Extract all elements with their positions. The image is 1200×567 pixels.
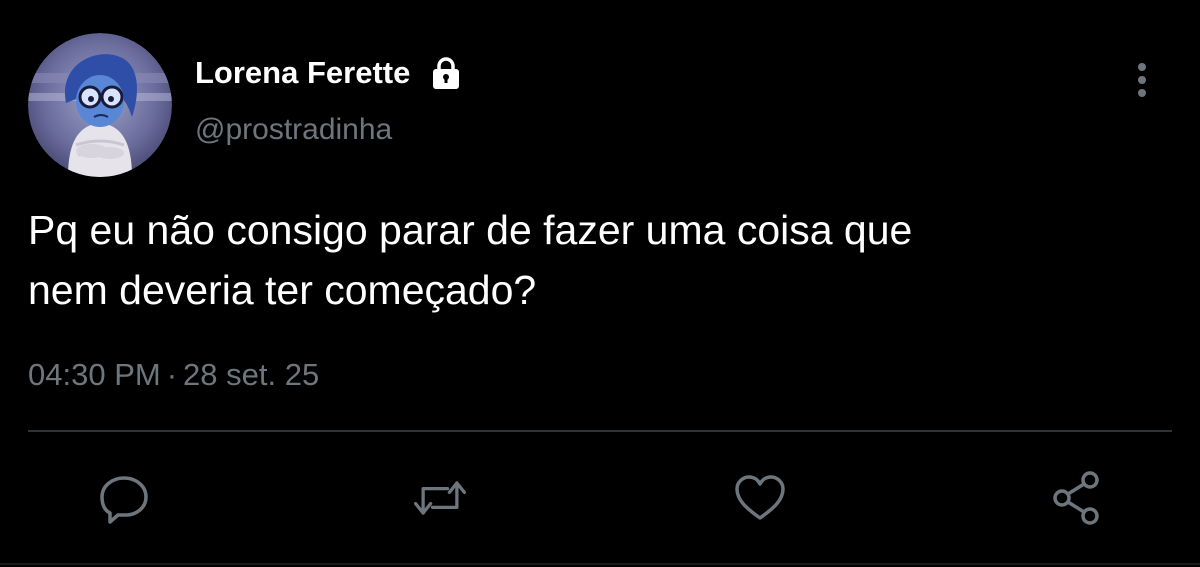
- lock-icon: [428, 55, 464, 91]
- tweet-text-line-1: Pq eu não consigo parar de fazer uma coi…: [28, 207, 913, 253]
- tweet-text: Pq eu não consigo parar de fazer uma coi…: [28, 200, 1148, 320]
- share-icon: [1053, 471, 1099, 525]
- bottom-border: [0, 563, 1200, 565]
- avatar-image: [28, 33, 172, 177]
- reply-icon: [100, 476, 148, 524]
- tweet-date[interactable]: 28 set. 25: [183, 357, 319, 392]
- tweet-time[interactable]: 04:30 PM: [28, 357, 161, 392]
- tweet: Lorena Ferette @prostradinha Pq eu não c…: [0, 0, 1200, 567]
- retweet-button[interactable]: [410, 468, 470, 528]
- avatar[interactable]: [28, 33, 172, 177]
- share-button[interactable]: [1046, 468, 1106, 528]
- reply-button[interactable]: [94, 468, 154, 528]
- display-name[interactable]: Lorena Ferette: [195, 55, 410, 91]
- more-vertical-icon[interactable]: [1122, 58, 1162, 102]
- author-name-row: Lorena Ferette: [195, 52, 464, 94]
- heart-icon: [735, 475, 785, 520]
- retweet-icon: [413, 481, 467, 515]
- like-button[interactable]: [730, 468, 790, 528]
- handle[interactable]: @prostradinha: [195, 113, 392, 147]
- tweet-text-line-2: nem deveria ter começado?: [28, 267, 537, 313]
- divider: [28, 430, 1172, 432]
- meta-separator: ·: [166, 357, 178, 392]
- tweet-meta: 04:30 PM · 28 set. 25: [28, 357, 319, 393]
